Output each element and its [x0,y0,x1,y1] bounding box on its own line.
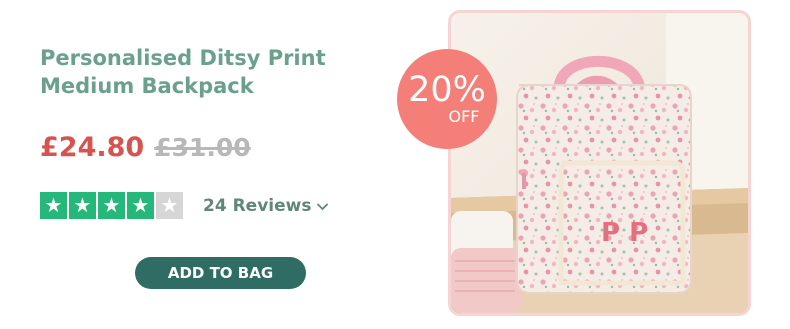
price-row: £24.80 £31.00 [40,132,251,163]
rating-row: ★ ★ ★ ★ ★ 24 Reviews [40,192,329,219]
star-icon: ★ [69,192,96,219]
current-price: £24.80 [40,132,145,163]
monogram-text: P P [601,218,648,248]
discount-off-label: OFF [448,107,480,126]
star-rating: ★ ★ ★ ★ ★ [40,192,183,219]
product-image[interactable]: P P [448,10,751,316]
star-icon: ★ [40,192,67,219]
reviews-label: 24 Reviews [203,195,312,216]
star-icon: ★ [156,192,183,219]
reviews-link[interactable]: 24 Reviews [203,195,329,216]
star-icon: ★ [98,192,125,219]
star-icon: ★ [127,192,154,219]
backpack-illustration: P P [451,13,748,313]
discount-percent: 20% [408,70,486,110]
product-title: Personalised Ditsy Print Medium Backpack [40,46,326,98]
chevron-down-icon [317,200,329,214]
original-price: £31.00 [154,133,251,162]
discount-badge: 20% OFF [397,49,497,149]
add-to-bag-button[interactable]: ADD TO BAG [135,257,306,289]
